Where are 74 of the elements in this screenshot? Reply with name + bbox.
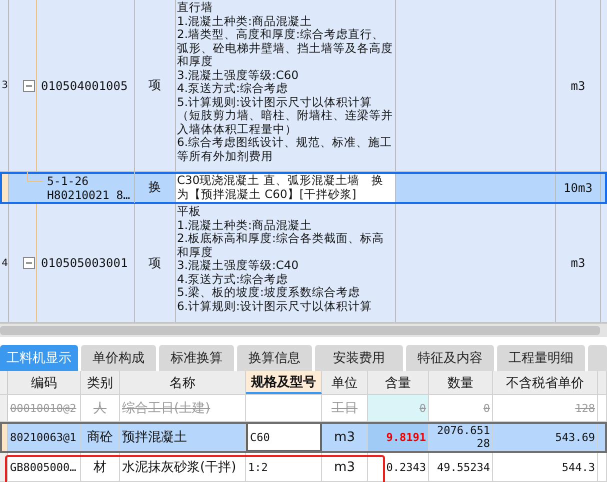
- description-line: 6.综合考虑图纸设计、规范、标准、施工等所有外加剂费用: [177, 136, 393, 163]
- description-line: 5.梁、板的坡度:坡度系数综合考虑: [177, 286, 361, 300]
- table-cell: 0: [419, 402, 426, 414]
- description-line: 4.泵送方式:综合考虑: [177, 272, 289, 286]
- scrollbar-thumb[interactable]: [0, 326, 600, 335]
- table-cell: GB8005000…: [10, 460, 76, 474]
- row-header[interactable]: 3: [0, 0, 9, 171]
- table-cell-text: 2076.65128: [436, 424, 490, 450]
- row-header[interactable]: 4: [0, 204, 9, 322]
- column-header[interactable]: 类别: [81, 371, 120, 394]
- row-number: 3: [2, 80, 8, 91]
- column-header[interactable]: 规格及型号: [246, 371, 322, 394]
- table-cell: 工日: [332, 402, 358, 414]
- table-cell: 49.55234: [437, 460, 490, 474]
- column-header[interactable]: 编码: [8, 371, 81, 394]
- table-cell: m3: [334, 460, 355, 474]
- column-header[interactable]: 含量: [368, 371, 429, 394]
- table-cell: 水泥抹灰砂浆(干拌): [122, 460, 236, 474]
- description-line: 1.混凝土种类:商品混凝土: [177, 14, 313, 28]
- description-line: 直行墙: [177, 1, 214, 14]
- table-cell: 00010010@2: [10, 402, 76, 414]
- item-unit: m3: [570, 256, 586, 270]
- table-row[interactable]: 5-1-26 H80210021 8… 换 C30现浇混凝土 直、弧形混凝土墙 换为【预拌混凝土 C60】[干拌砂浆] 10m3: [0, 172, 607, 204]
- description-line: 2.板底标高和厚度:综合各类截面、标高和厚度: [177, 232, 385, 259]
- item-unit: m3: [570, 78, 586, 92]
- description-line: 1.混凝土种类:商品混凝土: [177, 218, 313, 232]
- table-cell: 544.3: [562, 460, 595, 474]
- column-header[interactable]: 单位: [322, 371, 368, 394]
- description-line: 4.泵送方式:综合考虑: [177, 82, 289, 96]
- description-line: 2.墙类型、高度和厚度:综合考虑直行、弧形、砼电梯井壁墙、挡土墙等及各高度和厚度: [177, 28, 394, 68]
- collapse-icon[interactable]: [23, 257, 35, 269]
- description-line: 3.混凝土强度等级:C40: [177, 259, 300, 272]
- row-number: 4: [2, 258, 8, 268]
- table-cell: 人: [94, 402, 106, 414]
- column-header[interactable]: 不含税省单价: [493, 371, 598, 394]
- item-code: 010504001005: [41, 78, 128, 92]
- table-row[interactable]: 3 010504001005 项 直行墙 1.混凝土种类:商品混凝土 2.墙类型、高度和厚度:综合考虑直行、弧形、砼电梯井壁墙、挡土墙等及各高度和厚度 3.混凝土强度等级:C60 4.泵送方式:综合考虑 5.计算规则:设计图示尺寸以体积计算（短肢剪力墙、暗柱、附墙柱、连梁等并入墙体体积工程量中） 6.综合考虑图纸设计、规范、标准、施工等所有外加剂费用 m3: [0, 0, 607, 172]
- description-line: 5.计算规则:设计图示尺寸以体积计算（短肢剪力墙、暗柱、附墙柱、连梁等并入墙体体积工程量中）: [177, 96, 394, 136]
- description-line: 平板: [177, 205, 202, 218]
- table-cell: 综合工日(土建): [122, 402, 210, 414]
- table-cell: 商砼: [87, 430, 113, 444]
- table-cell: m3: [334, 430, 355, 444]
- tab[interactable]: 工程量明细: [497, 345, 585, 371]
- table-cell: 80210063@1: [10, 430, 76, 444]
- item-code: 010505003001: [41, 256, 128, 270]
- table-cell: 0: [483, 402, 490, 414]
- tab[interactable]: 单价构成: [81, 345, 156, 371]
- tab[interactable]: 特征及内容: [406, 345, 494, 371]
- row-header[interactable]: [0, 172, 9, 203]
- table-cell: 128: [575, 402, 595, 414]
- table-cell: 0.2343: [386, 460, 426, 474]
- tab[interactable]: 标准换算: [159, 345, 234, 371]
- item-code: 5-1-26: [47, 174, 90, 188]
- table-row[interactable]: 4 010505003001 项 平板 1.混凝土种类:商品混凝土 2.板底标高和厚度:综合各类截面、标高和厚度 3.混凝土强度等级:C40 4.泵送方式:综合考虑 5.梁、板的坡度:坡度系数综合考虑 6.计算规则:设计图示尺寸以体积计算 m3: [0, 204, 607, 323]
- table-cell: 预拌混凝土: [122, 430, 187, 444]
- table-cell: 9.8191: [386, 430, 426, 444]
- tab[interactable]: 换算信息: [237, 345, 312, 371]
- tab[interactable]: 安装费用: [315, 345, 403, 371]
- table-cell: 1:2: [248, 460, 268, 474]
- description-line: 3.混凝土强度等级:C60: [177, 68, 300, 82]
- collapse-icon[interactable]: [23, 80, 35, 92]
- column-header[interactable]: 数量: [429, 371, 493, 394]
- item-type: 换: [148, 179, 162, 196]
- table-cell: 543.69: [555, 430, 595, 444]
- item-unit: 10m3: [564, 180, 592, 194]
- item-type: 项: [148, 77, 162, 94]
- description-line: 6.计算规则:设计图示尺寸以体积计算: [177, 300, 373, 313]
- horizontal-scrollbar[interactable]: [0, 323, 607, 337]
- row-header[interactable]: [0, 422, 8, 452]
- table-cell: C60: [250, 430, 270, 444]
- description-line: C30现浇混凝土 直、弧形混凝土墙 换为【预拌混凝土 C60】[干拌砂浆]: [177, 174, 384, 201]
- item-code: H80210021 8…: [47, 188, 130, 202]
- item-type: 项: [148, 254, 162, 272]
- table-cell: 材: [94, 460, 106, 474]
